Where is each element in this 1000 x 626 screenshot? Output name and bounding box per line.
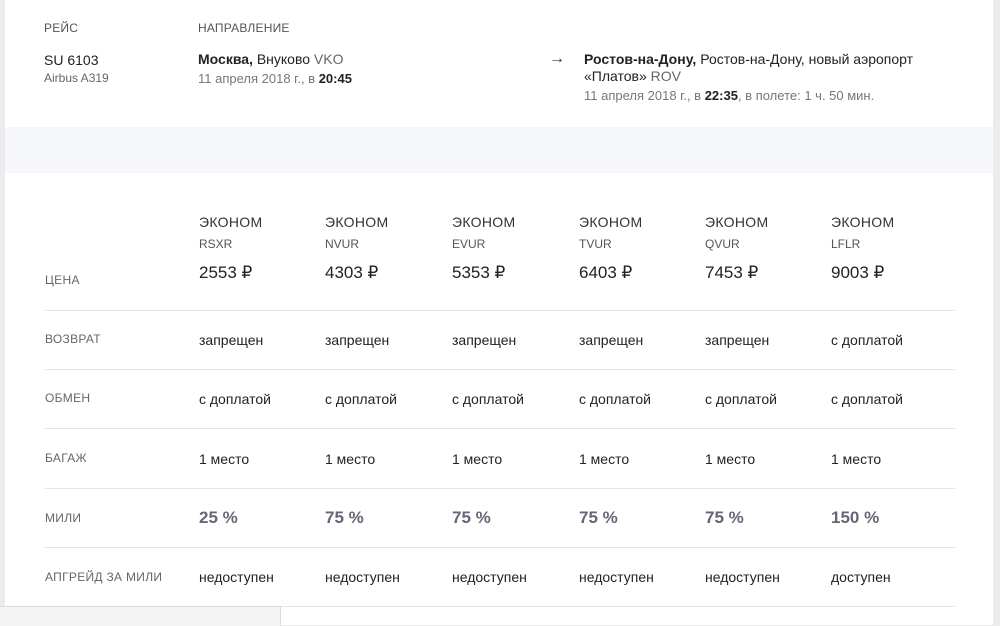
fare-upgrade: недоступен <box>325 569 400 585</box>
fare-upgrade: недоступен <box>199 569 274 585</box>
flight-header: РЕЙС НАПРАВЛЕНИЕ SU 6103 Airbus A319 Мос… <box>5 0 993 127</box>
fare-exchange: с доплатой <box>452 391 524 407</box>
fare-class: ЭКОНОМ <box>325 214 389 230</box>
arrival-date: 11 апреля 2018 г., в <box>584 88 702 103</box>
separator-band <box>5 127 993 173</box>
fare-upgrade: недоступен <box>705 569 780 585</box>
departure-datetime: 11 апреля 2018 г., в 20:45 <box>198 71 352 86</box>
row-label-miles: МИЛИ <box>45 511 82 525</box>
fare-baggage: 1 место <box>452 451 503 467</box>
fare-price: 9003 ₽ <box>831 263 885 282</box>
fare-miles: 150 % <box>831 508 880 527</box>
fare-code: TVUR <box>579 237 612 251</box>
fare-baggage: 1 место <box>325 451 376 467</box>
fare-exchange: с доплатой <box>831 391 903 407</box>
arrival-time: 22:35 <box>704 88 738 103</box>
departure-place: Москва, Внуково VKO <box>198 51 344 67</box>
fare-exchange: с доплатой <box>579 391 651 407</box>
bottom-bar <box>0 606 281 626</box>
fare-code: EVUR <box>452 237 486 251</box>
fare-upgrade: недоступен <box>452 569 527 585</box>
aircraft-type: Airbus A319 <box>44 71 109 85</box>
fare-refund: запрещен <box>452 332 517 348</box>
fare-baggage: 1 место <box>705 451 756 467</box>
flight-column-label: РЕЙС <box>44 21 79 35</box>
fare-baggage: 1 место <box>199 451 250 467</box>
fare-price: 2553 ₽ <box>199 263 253 282</box>
arrival-airport: Ростов-на-Дону, новый аэропорт <box>700 51 914 67</box>
departure-airport: Внуково <box>256 51 311 67</box>
fare-code: NVUR <box>325 237 360 251</box>
fare-class: ЭКОНОМ <box>199 214 263 230</box>
arrival-city: Ростов-на-Дону, <box>584 51 697 67</box>
fare-class: ЭКОНОМ <box>831 214 895 230</box>
fare-miles: 25 % <box>199 508 238 527</box>
fare-class: ЭКОНОМ <box>705 214 769 230</box>
row-label-price: ЦЕНА <box>45 273 80 287</box>
fare-upgrade: доступен <box>831 569 891 585</box>
fare-exchange: с доплатой <box>199 391 271 407</box>
fare-price: 5353 ₽ <box>452 263 506 282</box>
fare-price: 7453 ₽ <box>705 263 759 282</box>
arrival-datetime: 11 апреля 2018 г., в 22:35, в полете: 1 … <box>584 88 874 103</box>
fare-miles: 75 % <box>579 508 618 527</box>
fare-class: ЭКОНОМ <box>579 214 643 230</box>
arrival-airport-line2: «Платов» <box>584 68 647 84</box>
fare-refund: с доплатой <box>831 332 903 348</box>
arrival-code: ROV <box>650 68 681 84</box>
flight-duration: , в полете: 1 ч. 50 мин. <box>737 88 875 103</box>
fare-class: ЭКОНОМ <box>452 214 516 230</box>
departure-city: Москва, <box>198 51 253 67</box>
fare-code: RSXR <box>199 237 233 251</box>
fare-baggage: 1 место <box>831 451 882 467</box>
row-divider <box>45 428 955 429</box>
fare-miles: 75 % <box>452 508 491 527</box>
fare-exchange: с доплатой <box>705 391 777 407</box>
fare-miles: 75 % <box>325 508 364 527</box>
row-label-refund: ВОЗВРАТ <box>45 332 101 346</box>
fare-miles: 75 % <box>705 508 744 527</box>
fare-code: LFLR <box>831 237 861 251</box>
fare-price: 4303 ₽ <box>325 263 379 282</box>
direction-column-label: НАПРАВЛЕНИЕ <box>198 21 290 35</box>
row-divider <box>45 488 955 489</box>
fare-refund: запрещен <box>199 332 264 348</box>
row-divider <box>45 547 955 548</box>
arrival-place: Ростов-на-Дону, Ростов-на-Дону, новый аэ… <box>584 51 913 67</box>
fare-code: QVUR <box>705 237 740 251</box>
flight-details-panel: РЕЙС НАПРАВЛЕНИЕ SU 6103 Airbus A319 Мос… <box>5 0 993 625</box>
row-divider <box>45 310 955 311</box>
fare-baggage: 1 место <box>579 451 630 467</box>
row-label-baggage: БАГАЖ <box>45 451 87 465</box>
fare-price: 6403 ₽ <box>579 263 633 282</box>
row-label-upgrade: АПГРЕЙД ЗА МИЛИ <box>45 570 163 584</box>
row-divider <box>45 369 955 370</box>
departure-code: VKO <box>313 51 344 67</box>
fare-upgrade: недоступен <box>579 569 654 585</box>
fare-refund: запрещен <box>579 332 644 348</box>
fare-exchange: с доплатой <box>325 391 397 407</box>
fare-refund: запрещен <box>325 332 390 348</box>
fare-refund: запрещен <box>705 332 770 348</box>
row-label-exchange: ОБМЕН <box>45 391 91 405</box>
arrow-right-icon: → <box>549 50 565 67</box>
arrival-place-line2: «Платов» ROV <box>584 68 681 84</box>
flight-number: SU 6103 <box>44 52 99 68</box>
departure-time: 20:45 <box>318 71 352 86</box>
departure-date: 11 апреля 2018 г., в <box>198 71 316 86</box>
